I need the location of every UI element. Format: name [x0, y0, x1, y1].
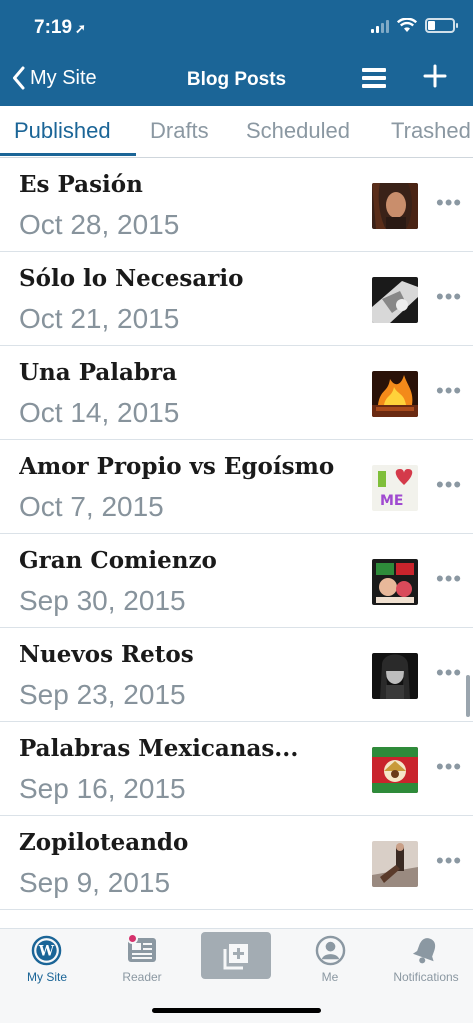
post-row[interactable]: Nuevos Retos Sep 23, 2015 ••• [0, 628, 473, 722]
battery-icon [425, 18, 458, 33]
post-thumbnail[interactable] [372, 747, 418, 793]
more-options-button[interactable]: ••• [436, 756, 462, 778]
post-date: Oct 14, 2015 [19, 397, 180, 428]
tab-notifications-label: Notifications [393, 970, 459, 984]
tab-reader-label: Reader [122, 970, 162, 984]
cellular-signal-icon [371, 19, 389, 33]
post-thumbnail[interactable] [372, 277, 418, 323]
tab-drafts[interactable]: Drafts [150, 118, 209, 144]
list-view-button[interactable] [362, 68, 386, 90]
post-thumbnail[interactable] [372, 559, 418, 605]
post-list[interactable]: Es Pasión Oct 28, 2015 ••• Sólo lo Neces… [0, 158, 473, 928]
post-title: Sólo lo Necesario [19, 265, 244, 292]
post-row[interactable]: Palabras Mexicanas... Sep 16, 2015 ••• [0, 722, 473, 816]
post-row[interactable]: Zopiloteando Sep 9, 2015 ••• [0, 816, 473, 910]
post-title: Gran Comienzo [19, 547, 217, 574]
post-title: Zopiloteando [19, 829, 189, 856]
back-button[interactable]: My Site [12, 66, 97, 90]
plus-icon [423, 64, 447, 88]
chevron-left-icon [13, 66, 25, 90]
more-options-button[interactable]: ••• [436, 286, 462, 308]
notification-dot [127, 933, 138, 944]
wordpress-icon: W [31, 935, 62, 966]
post-thumbnail[interactable]: ME [372, 465, 418, 511]
post-row[interactable]: Una Palabra Oct 14, 2015 ••• [0, 346, 473, 440]
post-row-partial[interactable] [0, 910, 473, 928]
tab-published[interactable]: Published [14, 118, 111, 144]
post-title: Palabras Mexicanas... [19, 735, 299, 762]
svg-text:W: W [38, 943, 55, 959]
post-row[interactable]: Amor Propio vs Egoísmo Oct 7, 2015 ME ••… [0, 440, 473, 534]
post-date: Oct 28, 2015 [19, 209, 180, 240]
active-tab-indicator [0, 153, 136, 156]
new-post-icon [223, 944, 248, 970]
scroll-indicator [466, 675, 470, 717]
add-post-button[interactable] [423, 64, 447, 94]
tab-scheduled[interactable]: Scheduled [246, 118, 350, 144]
post-date: Oct 21, 2015 [19, 303, 180, 334]
more-options-button[interactable]: ••• [436, 192, 462, 214]
wifi-icon [397, 18, 417, 32]
post-date: Sep 23, 2015 [19, 679, 186, 710]
post-status-tabs: Published Drafts Scheduled Trashed [0, 106, 473, 158]
more-options-button[interactable]: ••• [436, 474, 462, 496]
post-date: Sep 9, 2015 [19, 867, 171, 898]
post-thumbnail[interactable] [372, 183, 418, 229]
post-title: Una Palabra [19, 359, 178, 386]
post-thumbnail[interactable] [372, 653, 418, 699]
post-row[interactable]: Sólo lo Necesario Oct 21, 2015 ••• [0, 252, 473, 346]
status-time-text: 7:19 [34, 17, 73, 38]
me-icon [315, 935, 346, 966]
post-date: Sep 16, 2015 [19, 773, 186, 804]
more-options-button[interactable]: ••• [436, 662, 462, 684]
status-icons [371, 18, 458, 33]
home-indicator [152, 1008, 321, 1013]
post-date: Sep 30, 2015 [19, 585, 186, 616]
status-time: 7:19 ➚ [34, 17, 86, 39]
location-arrow-icon: ➚ [75, 21, 86, 36]
more-options-button[interactable]: ••• [436, 850, 462, 872]
write-button [201, 932, 271, 979]
post-row[interactable]: Es Pasión Oct 28, 2015 ••• [0, 158, 473, 252]
tab-trashed[interactable]: Trashed [391, 118, 471, 144]
post-thumbnail[interactable] [372, 371, 418, 417]
post-title: Amor Propio vs Egoísmo [19, 453, 335, 480]
tab-my-site-label: My Site [26, 970, 67, 984]
post-title: Nuevos Retos [19, 641, 194, 668]
back-button-label: My Site [30, 66, 97, 89]
bell-icon [412, 938, 436, 964]
post-row[interactable]: Gran Comienzo Sep 30, 2015 ••• [0, 534, 473, 628]
svg-text:ME: ME [380, 493, 404, 509]
more-options-button[interactable]: ••• [436, 380, 462, 402]
post-title: Es Pasión [19, 171, 143, 198]
post-thumbnail[interactable] [372, 841, 418, 887]
app-header: 7:19 ➚ My Site Blog Posts [0, 0, 473, 106]
tab-me-label: Me [321, 970, 339, 984]
more-options-button[interactable]: ••• [436, 568, 462, 590]
post-date: Oct 7, 2015 [19, 491, 164, 522]
